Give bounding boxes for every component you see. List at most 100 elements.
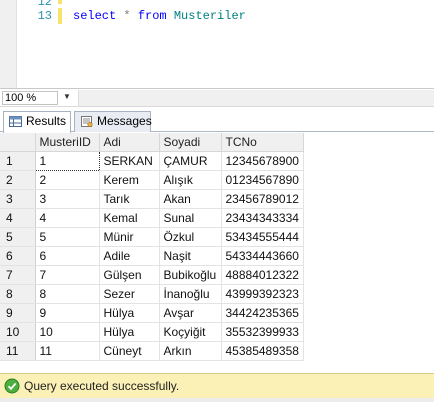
cell-tcno[interactable]: 12345678900 <box>221 151 304 171</box>
cell-tcno[interactable]: 23456789012 <box>221 189 304 209</box>
cell-adi[interactable]: Kerem <box>99 170 160 190</box>
code-line[interactable]: select * from Musteriler <box>73 9 246 23</box>
sql-keyword: select <box>73 9 117 23</box>
cell-musteriid[interactable]: 7 <box>35 265 100 285</box>
query-editor[interactable]: 12 13 select * from Musteriler <box>0 0 434 88</box>
results-table: MusteriID Adi Soyadi TCNo 1 1 SERKAN ÇAMUR 1… <box>0 133 304 361</box>
column-header[interactable]: TCNo <box>221 133 304 152</box>
cell-soyadi[interactable]: Koçyiğit <box>159 322 222 342</box>
table-row[interactable]: 7 7 Gülşen Bubikoğlu 48884012322 <box>0 265 304 285</box>
results-tab-bar: Results Messages <box>0 108 434 133</box>
cell-musteriid[interactable]: 6 <box>35 246 100 266</box>
cell-adi[interactable]: SERKAN <box>99 151 160 171</box>
row-number-cell[interactable]: 6 <box>0 246 36 266</box>
row-number-cell[interactable]: 1 <box>0 151 36 171</box>
editor-margin <box>0 0 17 88</box>
line-number: 12 <box>37 0 52 9</box>
cell-soyadi[interactable]: Naşit <box>159 246 222 266</box>
column-header[interactable]: Soyadi <box>159 133 222 152</box>
results-grid[interactable]: MusteriID Adi Soyadi TCNo 1 1 SERKAN ÇAMUR 1… <box>0 133 434 373</box>
row-number-cell[interactable]: 4 <box>0 208 36 228</box>
cell-musteriid[interactable]: 3 <box>35 189 100 209</box>
cell-adi[interactable]: Kemal <box>99 208 160 228</box>
cell-soyadi[interactable]: ÇAMUR <box>159 151 222 171</box>
horizontal-scrollbar[interactable] <box>78 90 434 106</box>
zoom-bar: 100 % ▼ <box>0 88 434 107</box>
cell-musteriid[interactable]: 9 <box>35 303 100 323</box>
cell-adi[interactable]: Sezer <box>99 284 160 304</box>
cell-musteriid[interactable]: 2 <box>35 170 100 190</box>
status-bar: Query executed successfully. <box>0 373 434 398</box>
cell-soyadi[interactable]: Sunal <box>159 208 222 228</box>
line-number: 13 <box>37 9 52 23</box>
cell-soyadi[interactable]: Akan <box>159 189 222 209</box>
cell-adi[interactable]: Hülya <box>99 322 160 342</box>
sql-operator: * <box>123 9 131 23</box>
cell-tcno[interactable]: 53434555444 <box>221 227 304 247</box>
column-header[interactable]: Adi <box>99 133 160 152</box>
zoom-select[interactable]: 100 % <box>2 91 58 105</box>
cell-tcno[interactable]: 34424235365 <box>221 303 304 323</box>
status-message: Query executed successfully. <box>24 379 180 393</box>
table-row[interactable]: 11 11 Cüneyt Arkın 45385489358 <box>0 341 304 361</box>
chevron-down-icon[interactable]: ▼ <box>63 92 71 101</box>
column-header[interactable]: MusteriID <box>35 133 100 152</box>
window-bottom-edge <box>0 398 434 402</box>
tab-results-label: Results <box>26 114 67 128</box>
grid-corner[interactable] <box>0 133 36 152</box>
cell-musteriid[interactable]: 4 <box>35 208 100 228</box>
table-row[interactable]: 9 9 Hülya Avşar 34424235365 <box>0 303 304 323</box>
cell-soyadi[interactable]: Bubikoğlu <box>159 265 222 285</box>
change-indicator <box>58 0 62 4</box>
cell-tcno[interactable]: 43999392323 <box>221 284 304 304</box>
cell-adi[interactable]: Münir <box>99 227 160 247</box>
cell-adi[interactable]: Hülya <box>99 303 160 323</box>
grid-icon <box>9 116 22 127</box>
cell-tcno[interactable]: 45385489358 <box>221 341 304 361</box>
cell-musteriid[interactable]: 10 <box>35 322 100 342</box>
row-number-cell[interactable]: 5 <box>0 227 36 247</box>
table-row[interactable]: 2 2 Kerem Alışık 01234567890 <box>0 170 304 190</box>
row-number-cell[interactable]: 9 <box>0 303 36 323</box>
tab-messages-label: Messages <box>97 114 152 128</box>
sql-table-name: Musteriler <box>173 9 246 23</box>
row-number-cell[interactable]: 11 <box>0 341 36 361</box>
tab-results[interactable]: Results <box>3 111 71 133</box>
table-row[interactable]: 5 5 Münir Özkul 53434555444 <box>0 227 304 247</box>
tab-messages[interactable]: Messages <box>74 111 152 132</box>
cell-soyadi[interactable]: İnanoğlu <box>159 284 222 304</box>
cell-adi[interactable]: Gülşen <box>99 265 160 285</box>
cell-adi[interactable]: Cüneyt <box>99 341 160 361</box>
cell-musteriid[interactable]: 5 <box>35 227 100 247</box>
check-circle-icon <box>4 378 20 394</box>
cell-musteriid[interactable]: 1 <box>34 150 100 171</box>
cell-tcno[interactable]: 01234567890 <box>221 170 304 190</box>
table-row[interactable]: 4 4 Kemal Sunal 23434343334 <box>0 208 304 228</box>
cell-musteriid[interactable]: 8 <box>35 284 100 304</box>
cell-tcno[interactable]: 54334443660 <box>221 246 304 266</box>
row-number-cell[interactable]: 10 <box>0 322 36 342</box>
cell-tcno[interactable]: 35532399933 <box>221 322 304 342</box>
table-row[interactable]: 3 3 Tarık Akan 23456789012 <box>0 189 304 209</box>
sql-keyword: from <box>137 9 167 23</box>
cell-tcno[interactable]: 48884012322 <box>221 265 304 285</box>
messages-icon <box>81 116 93 127</box>
cell-soyadi[interactable]: Arkın <box>159 341 222 361</box>
table-row[interactable]: 6 6 Adile Naşit 54334443660 <box>0 246 304 266</box>
row-number-cell[interactable]: 2 <box>0 170 36 190</box>
cell-soyadi[interactable]: Alışık <box>159 170 222 190</box>
row-number-cell[interactable]: 7 <box>0 265 36 285</box>
cell-adi[interactable]: Tarık <box>99 189 160 209</box>
change-indicator <box>58 8 62 24</box>
cell-adi[interactable]: Adile <box>99 246 160 266</box>
cell-soyadi[interactable]: Özkul <box>159 227 222 247</box>
table-row[interactable]: 1 1 SERKAN ÇAMUR 12345678900 <box>0 150 304 171</box>
row-number-cell[interactable]: 3 <box>0 189 36 209</box>
row-number-cell[interactable]: 8 <box>0 284 36 304</box>
cell-musteriid[interactable]: 11 <box>35 341 100 361</box>
cell-soyadi[interactable]: Avşar <box>159 303 222 323</box>
table-row[interactable]: 10 10 Hülya Koçyiğit 35532399933 <box>0 322 304 342</box>
cell-tcno[interactable]: 23434343334 <box>221 208 304 228</box>
table-row[interactable]: 8 8 Sezer İnanoğlu 43999392323 <box>0 284 304 304</box>
table-header-row: MusteriID Adi Soyadi TCNo <box>0 133 304 152</box>
